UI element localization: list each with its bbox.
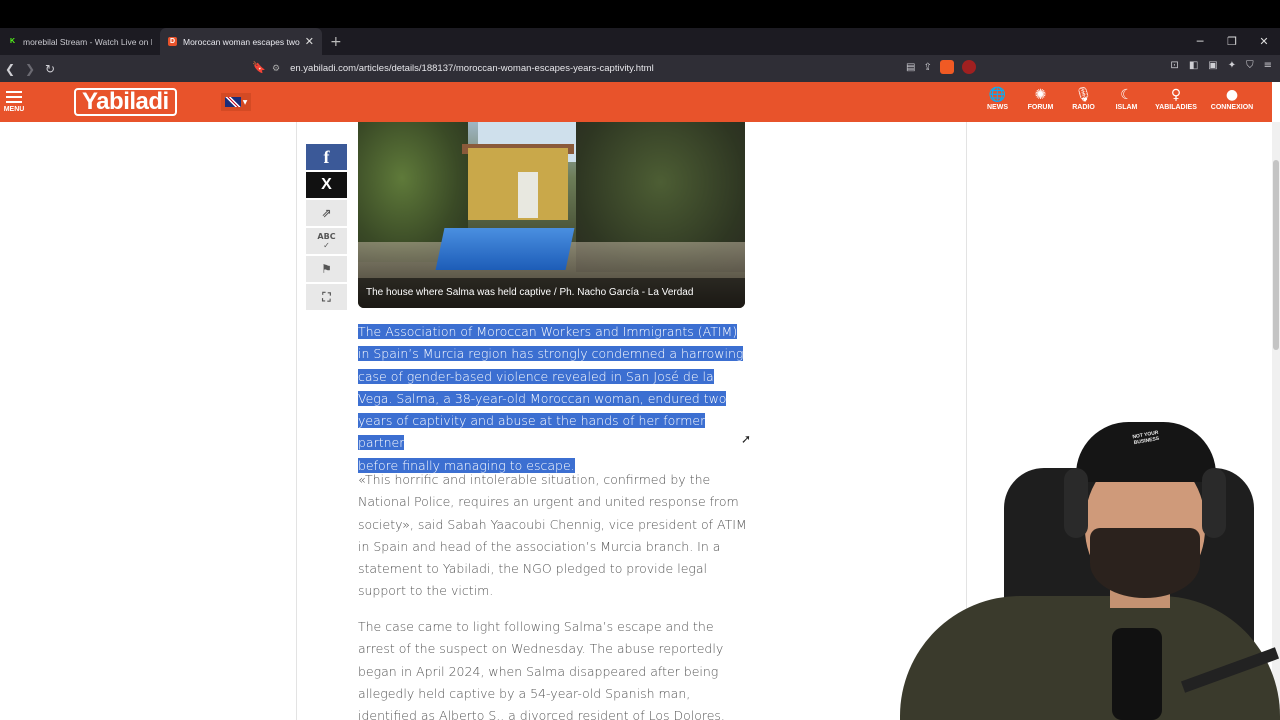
selected-line: in Spain’s Murcia region has strongly co… xyxy=(358,346,744,362)
hamburger-icon xyxy=(0,91,28,103)
x-share-button[interactable]: X xyxy=(306,172,347,198)
fullscreen-button[interactable]: ⛶ xyxy=(306,284,347,310)
photo-caption: The house where Salma was held captive /… xyxy=(358,278,745,308)
wallet-icon[interactable]: ▣ xyxy=(1208,60,1217,71)
nav-label: RADIO xyxy=(1072,104,1095,111)
reader-mode-icon[interactable]: ▤ xyxy=(906,62,915,73)
nav-label: CONNEXION xyxy=(1210,104,1254,111)
article-photo: The house where Salma was held captive /… xyxy=(358,122,745,308)
nav-news[interactable]: 🌐 NEWS xyxy=(976,86,1019,111)
tab-title: morebilal Stream - Watch Live on Kick xyxy=(23,36,152,47)
woman-icon: ♀ xyxy=(1170,87,1182,103)
site-logo[interactable]: Yabiladi xyxy=(74,88,177,116)
crescent-icon: ☾ xyxy=(1120,87,1133,103)
caret-down-icon: ▼ xyxy=(242,98,248,106)
url-text: en.yabiladi.com/articles/details/188137/… xyxy=(290,63,654,74)
back-icon[interactable]: ❮ xyxy=(0,62,20,76)
bookmark-icon[interactable]: 🔖 xyxy=(252,61,266,74)
nav-radio[interactable]: 🎙 RADIO xyxy=(1062,86,1105,111)
nav-islam[interactable]: ☾ ISLAM xyxy=(1105,86,1148,111)
tab-title: Moroccan woman escapes two years of capt… xyxy=(183,36,301,47)
nav-label: ISLAM xyxy=(1115,104,1138,111)
sidebar-icon[interactable]: ◧ xyxy=(1189,60,1198,71)
expand-icon: ⛶ xyxy=(322,289,331,304)
toolbar-icons: ⊡ ◧ ▣ ✦ ⛉ ≡ xyxy=(1170,60,1272,71)
microphone xyxy=(1112,628,1162,720)
nav-forum[interactable]: ✺ FORUM xyxy=(1019,86,1062,111)
article-lead-selected[interactable]: The Association of Moroccan Workers and … xyxy=(358,321,750,477)
site-nav: 🌐 NEWS ✺ FORUM 🎙 RADIO ☾ ISLAM ♀ YABILAD… xyxy=(976,86,1260,111)
logo-text: Yabiladi xyxy=(74,88,177,116)
x-icon: X xyxy=(321,176,332,193)
screen-top-strip xyxy=(0,0,1280,28)
menu-button[interactable]: MENU xyxy=(0,88,28,113)
nav-yabiladies[interactable]: ♀ YABILADIES xyxy=(1148,86,1204,111)
new-tab-button[interactable]: + xyxy=(322,34,350,50)
nav-label: FORUM xyxy=(1027,104,1054,111)
url-field[interactable]: ⚙ en.yabiladi.com/articles/details/18813… xyxy=(272,59,972,78)
browser-address-bar: ❮ ❯ ↻ 🔖 ⚙ en.yabiladi.com/articles/detai… xyxy=(0,55,1280,82)
screenshot-icon[interactable]: ⊡ xyxy=(1170,60,1178,71)
scrollbar-thumb[interactable] xyxy=(1273,160,1279,350)
report-button[interactable]: ⚑ xyxy=(306,256,347,282)
article-paragraph: «This horrific and intolerable situation… xyxy=(358,472,747,599)
uk-flag-icon xyxy=(224,97,241,107)
menu-label: MENU xyxy=(3,106,25,113)
tab-yabiladi-article[interactable]: D Moroccan woman escapes two years of ca… xyxy=(160,28,322,55)
vpn-icon[interactable]: ⛉ xyxy=(1246,60,1254,71)
nav-connexion[interactable]: ● CONNEXION xyxy=(1204,86,1260,111)
forward-icon[interactable]: ❯ xyxy=(20,62,40,76)
brave-rewards-icon[interactable] xyxy=(961,60,976,74)
nav-label: YABILADIES xyxy=(1155,104,1197,111)
nav-label: NEWS xyxy=(987,104,1008,111)
spellcheck-icon: ABC ✓ xyxy=(317,232,336,250)
selected-line: years of captivity and abuse at the hand… xyxy=(358,413,706,451)
forum-icon: ✺ xyxy=(1034,87,1047,103)
selected-line: Vega. Salma, a 38-year-old Moroccan woma… xyxy=(358,390,727,406)
tab-kick-stream[interactable]: K morebilal Stream - Watch Live on Kick xyxy=(0,28,160,55)
mouse-cursor-icon: ➚ xyxy=(741,432,752,446)
brave-shields-icon[interactable] xyxy=(939,60,954,74)
leo-ai-icon[interactable]: ✦ xyxy=(1228,60,1236,71)
language-selector[interactable]: ▼ xyxy=(221,93,251,111)
selected-line: The Association of Moroccan Workers and … xyxy=(358,324,738,339)
menu-icon[interactable]: ≡ xyxy=(1264,60,1272,71)
window-controls: ─ ❐ ✕ xyxy=(1184,28,1280,55)
share-toolbar: f X ⇗ ABC ✓ ⚑ ⛶ xyxy=(306,144,347,312)
facebook-share-button[interactable]: f xyxy=(306,144,347,170)
microphone-icon: 🎙 xyxy=(1074,87,1093,103)
close-window-icon[interactable]: ✕ xyxy=(1248,28,1280,55)
address-bar-icons: ▤ ⇪ xyxy=(906,60,976,74)
article-paragraph: The case came to light following Salma’s… xyxy=(358,619,725,720)
kick-icon: K xyxy=(9,38,16,45)
facebook-icon: f xyxy=(323,146,330,167)
yabiladi-icon: D xyxy=(168,37,177,46)
share-icon: ⇗ xyxy=(321,206,332,220)
minimize-icon[interactable]: ─ xyxy=(1184,28,1216,55)
site-header: MENU Yabiladi ▼ 🌐 NEWS ✺ FORUM 🎙 RADIO ☾… xyxy=(0,82,1272,122)
browser-tab-bar: K morebilal Stream - Watch Live on Kick … xyxy=(0,28,1280,55)
site-info-icon[interactable]: ⚙ xyxy=(272,64,280,74)
globe-icon: 🌐 xyxy=(988,87,1007,103)
user-icon: ● xyxy=(1225,87,1239,103)
restore-icon[interactable]: ❐ xyxy=(1216,28,1248,55)
flag-icon: ⚑ xyxy=(321,262,332,276)
reload-icon[interactable]: ↻ xyxy=(40,62,60,76)
webcam-overlay: NOT YOUR BUSINESS xyxy=(880,418,1280,720)
share-button[interactable]: ⇗ xyxy=(306,200,347,226)
close-tab-icon[interactable]: ✕ xyxy=(305,35,314,48)
selected-line: case of gender-based violence revealed i… xyxy=(358,368,714,384)
spellcheck-button[interactable]: ABC ✓ xyxy=(306,228,347,254)
share-page-icon[interactable]: ⇪ xyxy=(923,62,931,73)
